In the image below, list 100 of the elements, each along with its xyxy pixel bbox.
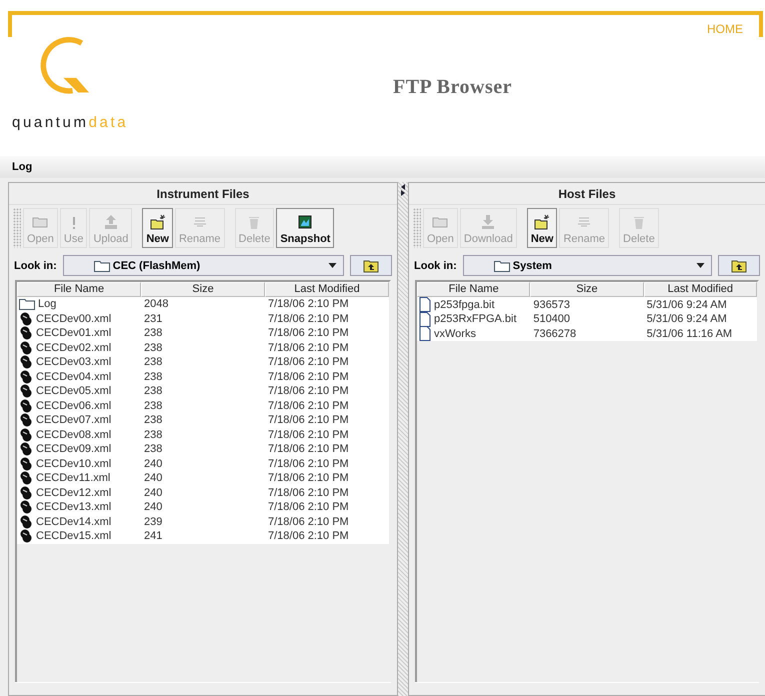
file-name-cell: p253fpga.bit (417, 297, 530, 312)
file-name-cell: CECDev09.xml (17, 442, 141, 456)
file-name-cell: Log (17, 298, 141, 310)
size-cell-text: 238 (143, 356, 164, 368)
look-in-label: Look in: (14, 260, 57, 272)
size-cell-text: 241 (143, 530, 164, 542)
date-cell-text: 7/18/06 2:10 PM (267, 458, 350, 470)
date-cell-text: 7/18/06 2:10 PM (267, 312, 350, 325)
date-cell-text: 7/18/06 2:10 PM (267, 530, 350, 542)
panel-title: Host Files (409, 183, 765, 205)
date-cell-text: 7/18/06 2:10 PM (267, 298, 350, 310)
file-type-icon (19, 529, 33, 544)
file-type-icon (19, 456, 33, 471)
column-header[interactable]: File Name (417, 282, 530, 297)
image-icon (297, 214, 314, 230)
size-cell-text: 238 (143, 400, 164, 412)
new-folder-icon (150, 214, 166, 230)
date-cell-text: 7/18/06 2:10 PM (267, 472, 350, 484)
size-cell-text: 239 (143, 516, 164, 528)
folder-icon (94, 260, 110, 272)
download-icon (480, 214, 496, 230)
logo-text: quantum data (12, 114, 128, 131)
file-type-icon (19, 471, 33, 486)
date-cell-text: 7/18/06 2:10 PM (267, 385, 350, 398)
new-folder-icon (534, 214, 550, 230)
size-cell-text: 936573 (532, 298, 572, 310)
file-name-cell: CECDev04.xml (17, 370, 141, 384)
up-folder-icon (363, 258, 379, 272)
log-label: Log (12, 161, 32, 173)
size-cell-text: 240 (143, 501, 164, 514)
up-folder-icon (731, 258, 747, 272)
column-header[interactable]: Size (141, 282, 265, 297)
size-cell-text: 238 (143, 327, 164, 340)
file-type-icon (19, 326, 33, 340)
column-header[interactable]: Last Modified (265, 282, 389, 297)
splitter-handle[interactable] (398, 182, 408, 696)
up-folder-button[interactable] (718, 255, 760, 276)
size-cell-text: 240 (143, 486, 164, 499)
file-name-cell: CECDev08.xml (17, 428, 141, 442)
date-cell-text: 5/31/06 9:24 AM (646, 313, 728, 325)
date-cell-text: 7/18/06 2:10 PM (267, 342, 350, 354)
toolbar-grip[interactable] (13, 208, 21, 248)
dropdown-caret-icon (328, 263, 337, 268)
date-cell-text: 7/18/06 2:10 PM (267, 327, 350, 340)
toolbar-button[interactable]: New (142, 208, 173, 248)
toolbar-grip[interactable] (413, 208, 421, 248)
file-type-icon (19, 398, 33, 413)
date-cell-text: 5/31/06 9:24 AM (646, 298, 728, 310)
size-cell-text: 238 (143, 443, 164, 456)
size-cell-text: 7366278 (532, 328, 578, 340)
file-name-cell: CECDev07.xml (17, 413, 141, 428)
size-cell-text: 2048 (143, 298, 170, 310)
file-name-cell: CECDev15.xml (17, 529, 141, 544)
collapse-arrows-icon[interactable] (400, 184, 406, 196)
exclamation-icon (72, 216, 76, 230)
file-name-cell: CECDev01.xml (17, 326, 141, 340)
date-cell-text: 7/18/06 2:10 PM (267, 400, 350, 412)
size-cell-text: 240 (143, 458, 164, 470)
date-cell-text: 7/18/06 2:10 PM (267, 356, 350, 368)
look-in-dropdown[interactable]: System (462, 255, 712, 276)
file-type-icon (19, 312, 33, 326)
toolbar-button[interactable]: New (526, 208, 558, 248)
file-name-cell: CECDev05.xml (17, 384, 141, 398)
dropdown-caret-icon (696, 263, 705, 268)
file-type-icon (19, 500, 33, 514)
file-type-icon (19, 413, 33, 428)
date-cell-text: 7/18/06 2:10 PM (267, 428, 350, 441)
file-type-icon (19, 514, 33, 529)
size-cell-text: 231 (143, 312, 164, 325)
file-name-cell: CECDev03.xml (17, 355, 141, 370)
look-in-label: Look in: (414, 260, 457, 272)
file-type-icon (19, 428, 33, 442)
file-name-cell: CECDev14.xml (17, 514, 141, 529)
date-cell-text: 7/18/06 2:10 PM (267, 414, 350, 426)
size-cell-text: 510400 (532, 313, 572, 325)
date-cell-text: 5/31/06 11:16 AM (646, 328, 734, 340)
size-cell-text: 238 (143, 370, 164, 383)
file-name-cell: CECDev00.xml (17, 312, 141, 326)
date-cell-text: 7/18/06 2:10 PM (267, 486, 350, 499)
file-type-icon (19, 442, 33, 456)
size-cell-text: 238 (143, 414, 164, 426)
date-cell-text: 7/18/06 2:10 PM (267, 516, 350, 528)
file-name-cell: CECDev13.xml (17, 500, 141, 514)
look-in-dropdown[interactable]: CEC (FlashMem) (62, 255, 344, 276)
file-name-cell: CECDev02.xml (17, 340, 141, 355)
file-name-cell: p253RxFPGA.bit (417, 312, 530, 326)
file-type-icon (19, 370, 33, 384)
file-type-icon (19, 355, 33, 370)
column-header[interactable]: Last Modified (644, 282, 757, 297)
upload-icon (102, 214, 119, 230)
date-cell-text: 7/18/06 2:10 PM (267, 443, 350, 456)
toolbar-button[interactable]: Snapshot (276, 208, 334, 248)
file-type-icon (19, 340, 33, 355)
up-folder-button[interactable] (350, 255, 392, 276)
page-title: FTP Browser (393, 76, 512, 99)
file-name-cell: vxWorks (417, 326, 530, 341)
file-name-cell: CECDev10.xml (17, 456, 141, 471)
size-cell-text: 238 (143, 428, 164, 441)
column-header[interactable]: File Name (17, 282, 141, 297)
column-header[interactable]: Size (530, 282, 644, 297)
